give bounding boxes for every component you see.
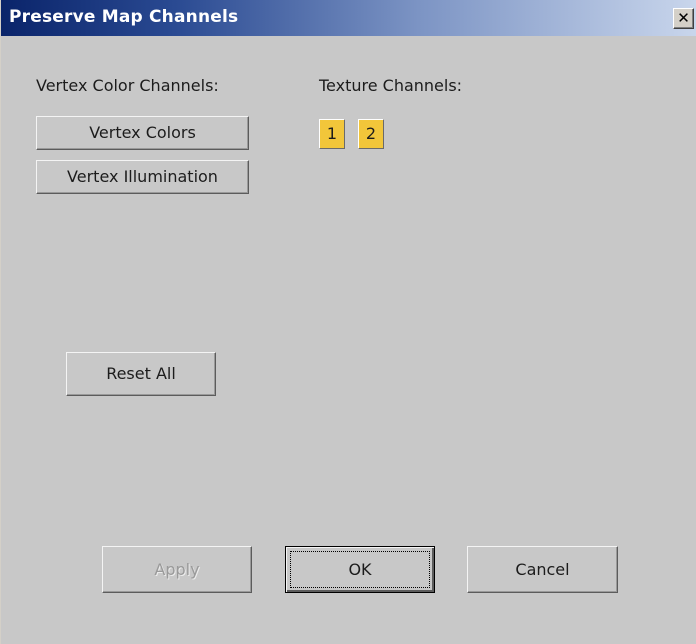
ok-button[interactable]: OK: [285, 546, 435, 593]
cancel-label: Cancel: [515, 560, 570, 579]
apply-button[interactable]: Apply: [102, 546, 252, 593]
reset-all-button[interactable]: Reset All: [66, 352, 216, 396]
texture-channel-2-label: 2: [365, 124, 377, 143]
vertex-colors-label: Vertex Colors: [89, 123, 196, 142]
texture-channel-1-button[interactable]: 1: [319, 119, 345, 149]
vertex-color-channels-label: Vertex Color Channels:: [36, 76, 219, 95]
focus-rectangle: [290, 551, 430, 588]
texture-channels-label: Texture Channels:: [319, 76, 463, 95]
close-button[interactable]: ✕: [673, 8, 694, 29]
texture-channel-2-button[interactable]: 2: [358, 119, 384, 149]
reset-all-label: Reset All: [106, 364, 176, 383]
vertex-illumination-button[interactable]: Vertex Illumination: [36, 160, 249, 194]
cancel-button[interactable]: Cancel: [467, 546, 618, 593]
close-icon: ✕: [677, 9, 690, 27]
vertex-colors-button[interactable]: Vertex Colors: [36, 116, 249, 150]
preserve-map-channels-dialog: Preserve Map Channels ✕ Vertex Color Cha…: [0, 0, 696, 644]
window-title: Preserve Map Channels: [9, 7, 239, 27]
texture-channel-1-label: 1: [326, 124, 338, 143]
apply-label: Apply: [154, 560, 200, 579]
vertex-illumination-label: Vertex Illumination: [67, 167, 218, 186]
title-bar[interactable]: Preserve Map Channels ✕: [1, 0, 696, 36]
